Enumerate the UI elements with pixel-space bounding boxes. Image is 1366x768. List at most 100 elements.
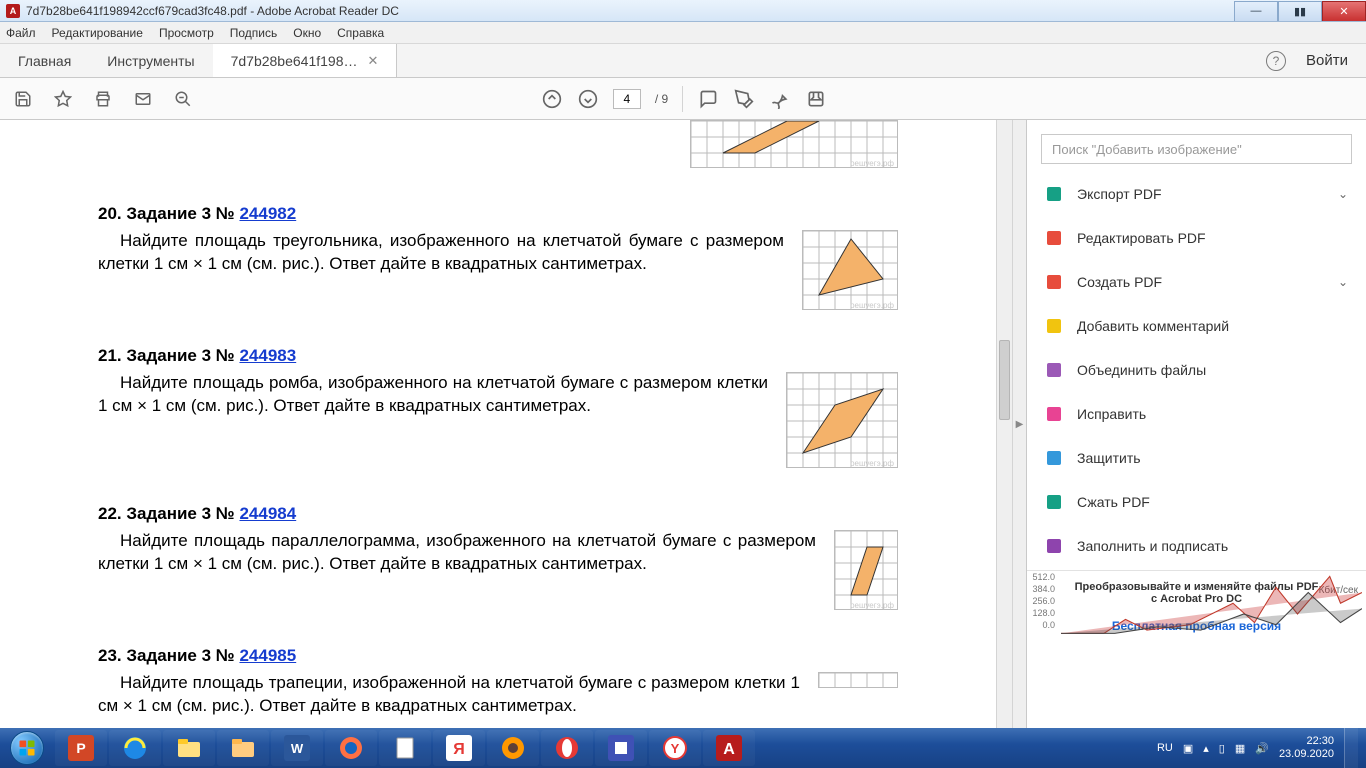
- menu-help[interactable]: Справка: [337, 26, 384, 40]
- taskbar-item-firefox[interactable]: [325, 730, 377, 766]
- start-button[interactable]: [0, 728, 54, 768]
- print-icon[interactable]: [92, 88, 114, 110]
- figure-grid: решуегэ.рф: [690, 120, 898, 168]
- save-icon[interactable]: [12, 88, 34, 110]
- email-icon[interactable]: [132, 88, 154, 110]
- figure-grid: решуегэ.рф: [834, 530, 898, 610]
- tools-panel-item[interactable]: Сжать PDF: [1027, 480, 1366, 524]
- task-block: 20. Задание 3 № 244982 Найдите площадь т…: [98, 204, 898, 310]
- taskbar-item-folder[interactable]: [217, 730, 269, 766]
- taskbar-item-acrobat[interactable]: A: [703, 730, 755, 766]
- tray-flag-icon[interactable]: ▣: [1183, 742, 1193, 755]
- tools-panel-item[interactable]: Экспорт PDF ⌄: [1027, 172, 1366, 216]
- tab-document[interactable]: 7d7b28be641f198… ✕: [213, 44, 398, 77]
- system-tray: RU ▣ ▴ ▯ ▦ 🔊 22:30 23.09.2020: [1157, 728, 1366, 768]
- tool-label: Объединить файлы: [1077, 362, 1206, 378]
- tray-arrow-icon[interactable]: ▴: [1203, 742, 1209, 755]
- scrollbar-thumb[interactable]: [999, 340, 1010, 420]
- tools-panel-item[interactable]: Заполнить и подписать: [1027, 524, 1366, 568]
- tools-panel-item[interactable]: Исправить: [1027, 392, 1366, 436]
- task-block: 23. Задание 3 № 244985 Найдите площадь т…: [98, 646, 898, 718]
- svg-text:Y: Y: [671, 741, 680, 756]
- tool-label: Сжать PDF: [1077, 494, 1150, 510]
- task-link[interactable]: 244983: [239, 346, 296, 365]
- main-area: решуегэ.рф 20. Задание 3 № 244982 Найдит…: [0, 120, 1366, 728]
- tray-date: 23.09.2020: [1279, 748, 1334, 761]
- minimize-button[interactable]: —: [1234, 1, 1278, 21]
- task-link[interactable]: 244982: [239, 204, 296, 223]
- taskbar-item-powerpoint[interactable]: P: [55, 730, 107, 766]
- task-link[interactable]: 244984: [239, 504, 296, 523]
- stamp-icon[interactable]: [805, 88, 827, 110]
- tab-close-icon[interactable]: ✕: [368, 53, 379, 69]
- toolbar: / 9: [0, 78, 1366, 120]
- tab-tools[interactable]: Инструменты: [89, 44, 212, 77]
- menu-window[interactable]: Окно: [293, 26, 321, 40]
- tools-panel-item[interactable]: Создать PDF ⌄: [1027, 260, 1366, 304]
- panel-collapse-gutter[interactable]: ▶: [1012, 120, 1026, 728]
- menu-sign[interactable]: Подпись: [230, 26, 278, 40]
- task-text: Найдите площадь ромба, изображенного на …: [98, 372, 768, 418]
- tab-home[interactable]: Главная: [0, 44, 89, 77]
- login-button[interactable]: Войти: [1306, 52, 1348, 69]
- taskbar-item-opera[interactable]: [541, 730, 593, 766]
- page-number-input[interactable]: [613, 89, 641, 109]
- menu-file[interactable]: Файл: [6, 26, 36, 40]
- task-block: 22. Задание 3 № 244984 Найдите площадь п…: [98, 504, 898, 610]
- highlight-icon[interactable]: [733, 88, 755, 110]
- search-input[interactable]: Поиск "Добавить изображение": [1041, 134, 1352, 164]
- network-graph: Преобразовывайте и изменяйте файлы PDF с…: [1027, 570, 1366, 630]
- task-title: 20. Задание 3 № 244982: [98, 204, 898, 224]
- taskbar-item-explorer[interactable]: [163, 730, 215, 766]
- task-link[interactable]: 244985: [239, 646, 296, 665]
- figure-grid: решуегэ.рф: [802, 230, 898, 310]
- task-block: 21. Задание 3 № 244983 Найдите площадь р…: [98, 346, 898, 468]
- tools-panel-item[interactable]: Редактировать PDF: [1027, 216, 1366, 260]
- star-icon[interactable]: [52, 88, 74, 110]
- tool-label: Защитить: [1077, 450, 1141, 466]
- page-up-icon[interactable]: [541, 88, 563, 110]
- tools-panel-item[interactable]: Защитить: [1027, 436, 1366, 480]
- vertical-scrollbar[interactable]: [996, 120, 1012, 728]
- taskbar-item-app1[interactable]: [487, 730, 539, 766]
- menu-edit[interactable]: Редактирование: [52, 26, 143, 40]
- tray-battery-icon[interactable]: ▯: [1219, 742, 1225, 755]
- taskbar-item-word[interactable]: W: [271, 730, 323, 766]
- tool-icon: [1045, 449, 1063, 467]
- sign-icon[interactable]: [769, 88, 791, 110]
- close-button[interactable]: ✕: [1322, 1, 1366, 21]
- taskbar-item-yandex-browser[interactable]: Y: [649, 730, 701, 766]
- windows-taskbar: P W Я Y A RU ▣ ▴ ▯ ▦ 🔊 22:30 23.09.2020: [0, 728, 1366, 768]
- taskbar-item-app2[interactable]: [595, 730, 647, 766]
- taskbar-item-notepad[interactable]: [379, 730, 431, 766]
- tools-panel-item[interactable]: Объединить файлы: [1027, 348, 1366, 392]
- tab-document-label: 7d7b28be641f198…: [231, 53, 358, 69]
- show-desktop-button[interactable]: [1344, 728, 1358, 768]
- chevron-down-icon: ⌄: [1338, 187, 1348, 201]
- document-pane: решуегэ.рф 20. Задание 3 № 244982 Найдит…: [0, 120, 1012, 728]
- page-down-icon[interactable]: [577, 88, 599, 110]
- tool-icon: [1045, 317, 1063, 335]
- zoom-out-icon[interactable]: [172, 88, 194, 110]
- tools-panel-item[interactable]: Добавить комментарий: [1027, 304, 1366, 348]
- tool-icon: [1045, 361, 1063, 379]
- figure-grid: [818, 672, 898, 688]
- tool-label: Исправить: [1077, 406, 1146, 422]
- tray-network-icon[interactable]: ▦: [1235, 742, 1245, 755]
- taskbar-item-yandex-search[interactable]: Я: [433, 730, 485, 766]
- chevron-right-icon: ▶: [1016, 419, 1024, 430]
- tray-volume-icon[interactable]: 🔊: [1255, 742, 1269, 755]
- tool-icon: [1045, 537, 1063, 555]
- tray-lang[interactable]: RU: [1157, 742, 1173, 754]
- search-placeholder: Поиск "Добавить изображение": [1052, 142, 1242, 157]
- menu-view[interactable]: Просмотр: [159, 26, 214, 40]
- tool-label: Создать PDF: [1077, 274, 1162, 290]
- chevron-down-icon: ⌄: [1338, 275, 1348, 289]
- svg-text:A: A: [723, 741, 735, 758]
- taskbar-item-ie[interactable]: [109, 730, 161, 766]
- tool-label: Экспорт PDF: [1077, 186, 1162, 202]
- comment-icon[interactable]: [697, 88, 719, 110]
- help-icon[interactable]: ?: [1266, 51, 1286, 71]
- tray-clock[interactable]: 22:30 23.09.2020: [1279, 735, 1334, 761]
- maximize-button[interactable]: ▮▮: [1278, 1, 1322, 21]
